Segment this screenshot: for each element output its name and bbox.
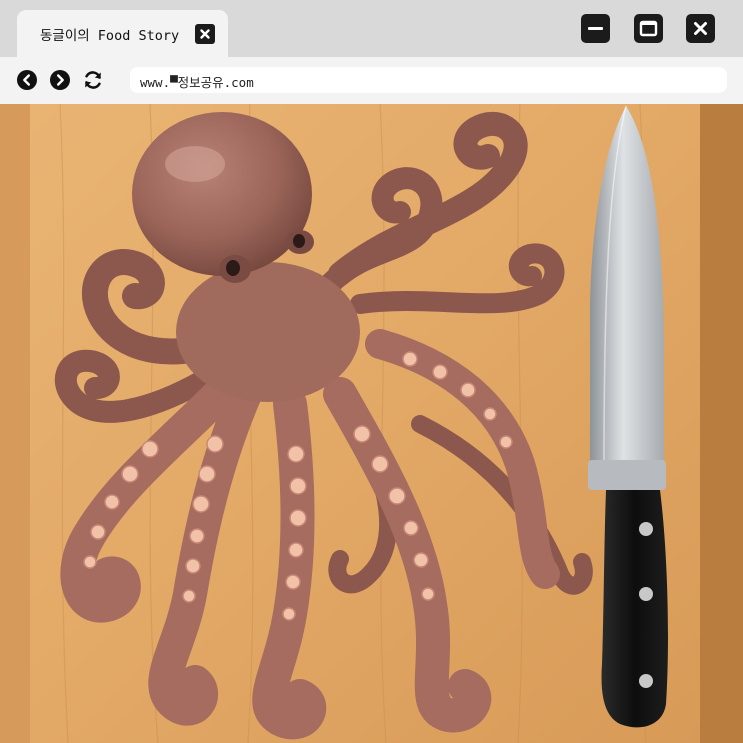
forward-button[interactable] <box>49 69 71 91</box>
title-bar: 동글이의 Food Story <box>0 0 743 57</box>
content-image <box>0 104 743 743</box>
browser-window: 동글이의 Food Story www.▀정보공유.com <box>0 0 743 743</box>
minimize-icon <box>588 27 603 30</box>
close-icon <box>694 22 707 35</box>
arrow-left-icon <box>17 70 37 90</box>
browser-tab[interactable]: 동글이의 Food Story <box>17 10 228 57</box>
reload-icon <box>85 71 101 89</box>
back-button[interactable] <box>16 69 38 91</box>
maximize-button[interactable] <box>634 14 663 43</box>
reload-button[interactable] <box>82 69 104 91</box>
address-bar-url: www.▀정보공유.com <box>140 75 254 90</box>
address-bar[interactable]: www.▀정보공유.com <box>130 67 727 93</box>
tab-title: 동글이의 Food Story <box>40 28 180 44</box>
tab-close-icon[interactable] <box>195 24 215 44</box>
close-button[interactable] <box>686 14 715 43</box>
navigation-bar: www.▀정보공유.com <box>0 57 743 104</box>
octopus-knife-photo <box>0 104 743 743</box>
maximize-icon <box>639 20 658 37</box>
minimize-button[interactable] <box>581 14 610 43</box>
arrow-right-icon <box>50 70 70 90</box>
